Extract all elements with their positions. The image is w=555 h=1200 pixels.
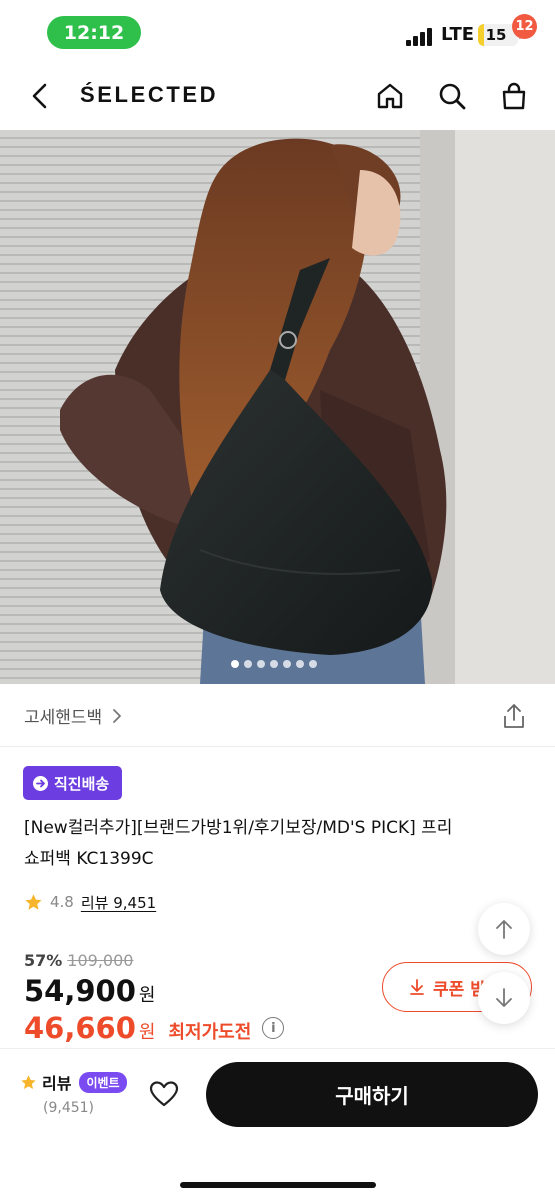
- category-link[interactable]: 고세핸드백: [24, 703, 122, 728]
- sale-price: 54,900 원: [24, 974, 155, 1008]
- delivery-arrow-icon: [33, 775, 48, 791]
- rating-value: 4.8: [50, 893, 74, 911]
- share-button[interactable]: [498, 700, 530, 732]
- currency-label: 원: [138, 985, 156, 1006]
- cart-bag-icon: [502, 82, 526, 110]
- direct-delivery-badge: 직진배송: [23, 766, 123, 800]
- original-price: 109,000: [67, 951, 134, 970]
- product-title-line: 쇼퍼백 KC1399C: [24, 849, 154, 869]
- search-button[interactable]: [432, 76, 472, 116]
- discount-percent: 57%: [24, 951, 63, 970]
- product-title-line: [New컬러추가][브랜드가방1위/후기보장/MD'S PICK] 프리: [24, 818, 453, 838]
- review-count: (9,451): [43, 1100, 95, 1116]
- sale-price-value: 54,900: [24, 974, 136, 1008]
- scroll-bottom-button[interactable]: [478, 972, 530, 1024]
- carousel-dot[interactable]: [231, 660, 239, 668]
- info-icon[interactable]: i: [262, 1017, 285, 1039]
- chevron-right-icon: [113, 708, 122, 723]
- share-icon: [504, 704, 524, 728]
- carousel-dot[interactable]: [270, 660, 278, 668]
- best-price: 46,660 원 최저가도전 i: [24, 1011, 285, 1045]
- direct-delivery-label: 직진배송: [54, 774, 110, 793]
- product-title: [New컬러추가][브랜드가방1위/후기보장/MD'S PICK] 프리 쇼퍼백…: [24, 813, 534, 875]
- best-price-value: 46,660: [24, 1011, 136, 1045]
- section-divider: [0, 746, 555, 747]
- star-icon: [21, 1074, 36, 1089]
- cart-button[interactable]: [494, 76, 534, 116]
- event-badge: 이벤트: [79, 1071, 127, 1093]
- carousel-dot[interactable]: [309, 660, 317, 668]
- carousel-dot[interactable]: [244, 660, 252, 668]
- review-link[interactable]: 리뷰 9,451: [81, 892, 156, 913]
- best-price-label: 최저가도전: [168, 1022, 252, 1043]
- carousel-dots: [231, 660, 331, 670]
- review-label: 리뷰: [42, 1074, 72, 1093]
- arrow-up-icon: [496, 920, 512, 939]
- review-summary[interactable]: 리뷰 이벤트: [20, 1070, 130, 1094]
- back-arrow-icon: [32, 83, 47, 109]
- download-icon: [410, 979, 424, 995]
- carousel-dot[interactable]: [283, 660, 291, 668]
- top-nav: ŚELECTED: [0, 62, 555, 130]
- status-time: 12:12: [47, 16, 141, 49]
- rating-row: 4.8 리뷰 9,451: [24, 891, 156, 913]
- wishlist-button[interactable]: [143, 1073, 185, 1115]
- home-indicator: [180, 1182, 376, 1188]
- signal-icon: [406, 28, 432, 46]
- star-icon: [25, 893, 42, 910]
- discount-row: 57% 109,000: [24, 951, 133, 970]
- home-icon: [377, 83, 403, 109]
- currency-label: 원: [138, 1022, 156, 1043]
- product-photo: [0, 130, 555, 684]
- search-icon: [439, 83, 466, 110]
- battery-level: 15: [485, 26, 507, 44]
- back-button[interactable]: [20, 76, 60, 116]
- cart-count-badge: 12: [512, 14, 537, 39]
- status-bar: 12:12 LTE 15: [0, 0, 555, 62]
- arrow-down-icon: [496, 988, 512, 1007]
- brand-logo[interactable]: ŚELECTED: [80, 82, 218, 108]
- category-row: 고세핸드백: [0, 690, 555, 740]
- buy-button[interactable]: 구매하기: [206, 1062, 538, 1127]
- heart-icon: [149, 1081, 179, 1107]
- category-label: 고세핸드백: [24, 708, 103, 728]
- product-image-carousel[interactable]: [0, 130, 555, 684]
- carousel-dot[interactable]: [296, 660, 304, 668]
- scroll-top-button[interactable]: [478, 903, 530, 955]
- carousel-dot[interactable]: [257, 660, 265, 668]
- network-label: LTE: [441, 24, 475, 45]
- home-button[interactable]: [370, 76, 410, 116]
